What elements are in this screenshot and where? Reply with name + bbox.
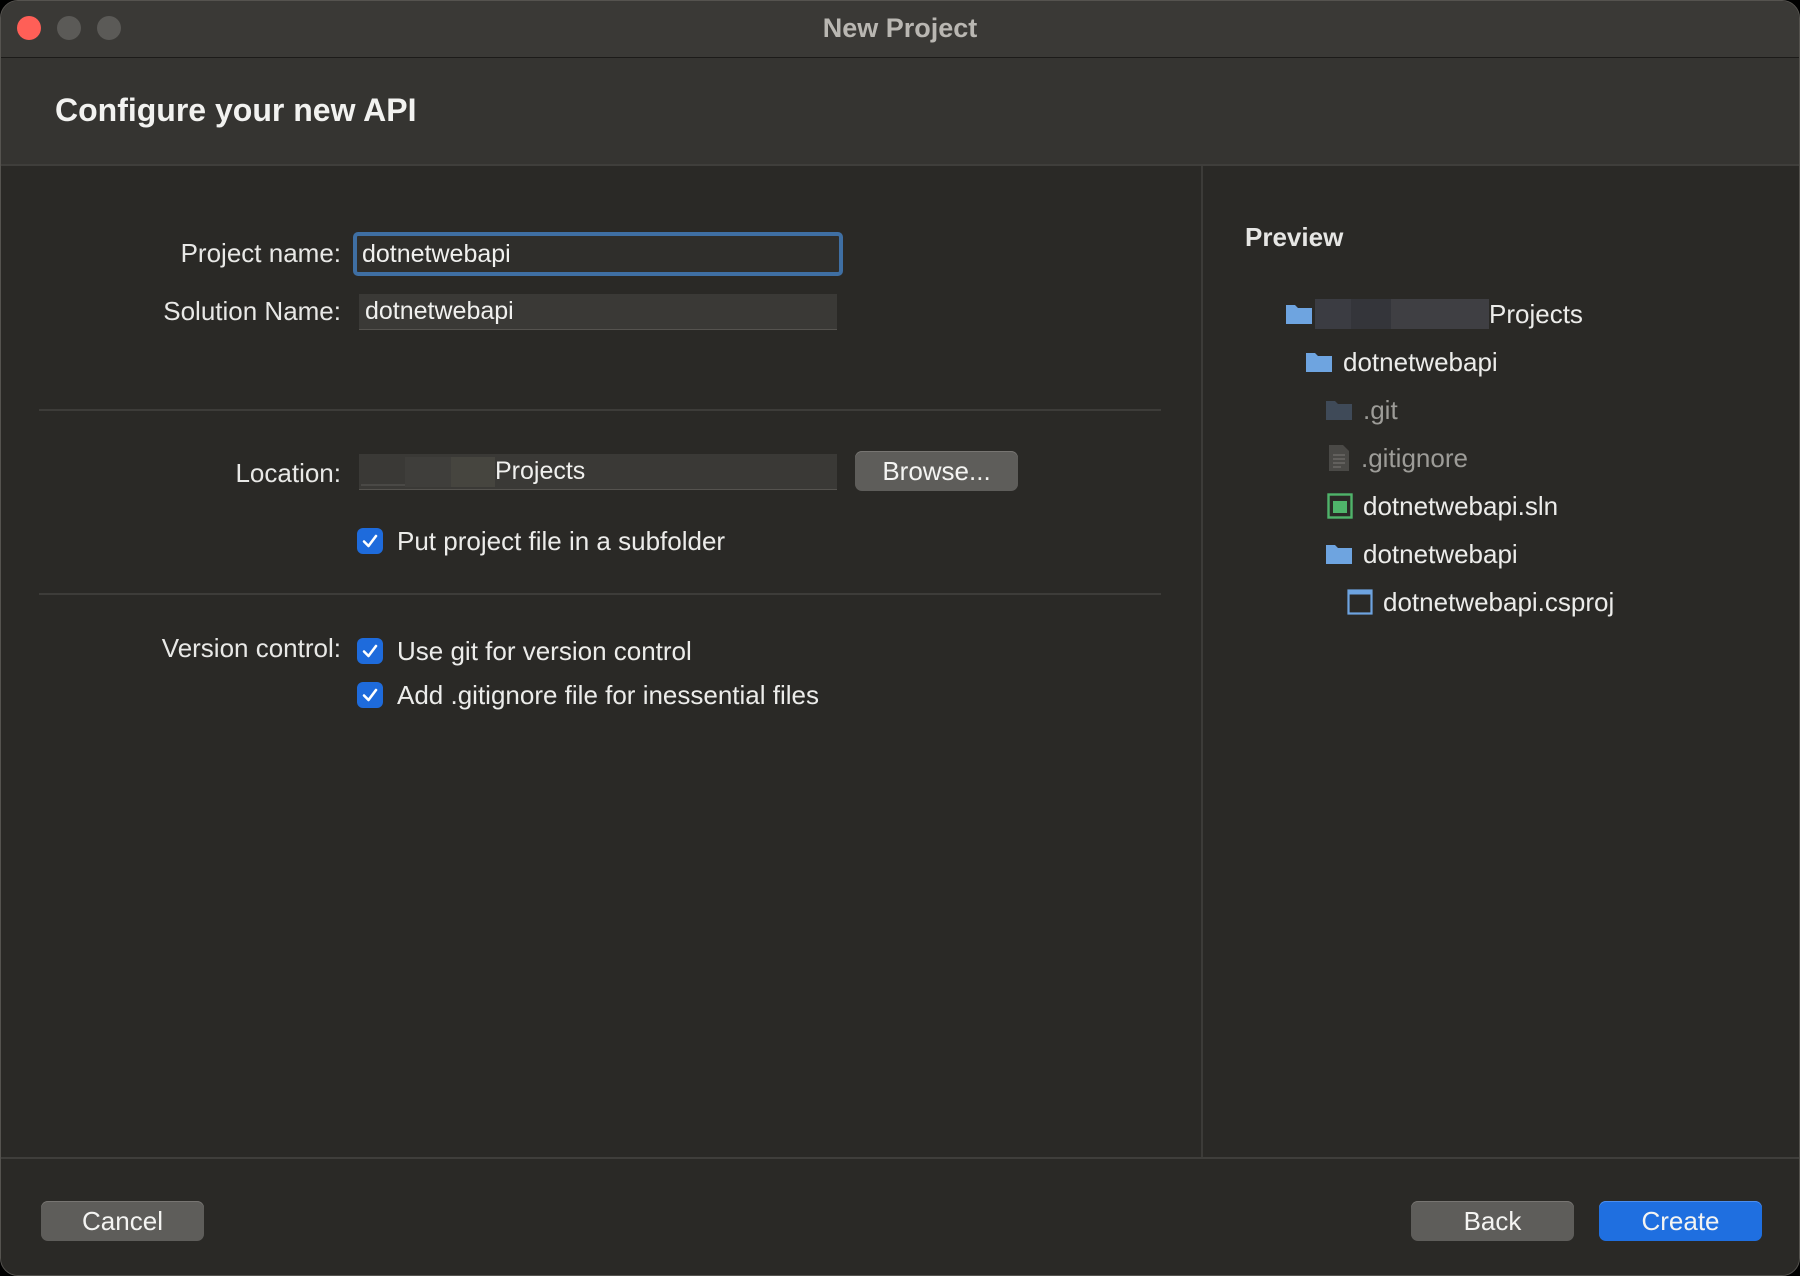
tree-item-git-folder[interactable]: .git xyxy=(1325,394,1398,426)
solution-name-label: Solution Name: xyxy=(163,296,341,326)
browse-button[interactable]: Browse... xyxy=(855,451,1018,491)
redacted-path xyxy=(1391,299,1489,329)
title-bar: New Project xyxy=(1,1,1799,58)
section-divider xyxy=(39,593,1161,595)
file-icon xyxy=(1329,445,1349,471)
tree-item-label: Projects xyxy=(1489,298,1583,329)
cancel-button[interactable]: Cancel xyxy=(41,1201,204,1241)
page-header: Configure your new API xyxy=(1,58,1799,166)
location-label: Location: xyxy=(235,458,341,488)
content-area: Project name: Solution Name: Location: P… xyxy=(1,166,1799,1158)
gitignore-label: Add .gitignore file for inessential file… xyxy=(397,679,820,710)
subfolder-checkbox-row[interactable]: Put project file in a subfolder xyxy=(357,526,725,556)
folder-icon xyxy=(1306,353,1332,372)
tree-item-sln[interactable]: dotnetwebapi.sln xyxy=(1327,490,1558,522)
preview-title: Preview xyxy=(1245,222,1344,252)
page-title: Configure your new API xyxy=(55,92,417,128)
use-git-checkbox[interactable] xyxy=(357,638,383,664)
section-divider xyxy=(39,409,1161,411)
back-button[interactable]: Back xyxy=(1411,1201,1574,1241)
create-button[interactable]: Create xyxy=(1599,1201,1762,1241)
tree-item-csproj[interactable]: dotnetwebapi.csproj xyxy=(1347,586,1614,618)
use-git-checkbox-row[interactable]: Use git for version control xyxy=(357,636,692,666)
tree-item-solution-folder[interactable]: dotnetwebapi xyxy=(1305,346,1498,378)
redacted-path xyxy=(1315,299,1351,329)
checkmark-icon xyxy=(362,644,378,658)
tree-item-label: dotnetwebapi.sln xyxy=(1363,490,1559,521)
new-project-window: New Project Configure your new API Proje… xyxy=(0,0,1800,1276)
redacted-path xyxy=(361,458,405,486)
gitignore-checkbox-row[interactable]: Add .gitignore file for inessential file… xyxy=(357,680,819,710)
panel-divider xyxy=(1201,166,1203,1158)
location-value: Projects xyxy=(495,457,586,485)
tree-item-label: dotnetwebapi xyxy=(1363,538,1518,569)
project-name-input[interactable] xyxy=(353,232,843,276)
checkmark-icon xyxy=(362,534,378,548)
solution-name-input[interactable] xyxy=(359,294,837,330)
tree-item-label: dotnetwebapi xyxy=(1343,346,1498,377)
project-name-label: Project name: xyxy=(180,238,341,268)
tree-item-label: .gitignore xyxy=(1361,442,1468,473)
solution-icon xyxy=(1327,493,1353,519)
location-input[interactable]: Projects xyxy=(359,454,837,490)
tree-item-gitignore[interactable]: .gitignore xyxy=(1327,442,1468,474)
gitignore-checkbox[interactable] xyxy=(357,682,383,708)
subfolder-label: Put project file in a subfolder xyxy=(397,525,726,556)
tree-item-label: .git xyxy=(1363,394,1398,425)
checkmark-icon xyxy=(362,688,378,702)
version-control-label: Version control: xyxy=(161,633,341,663)
redacted-path xyxy=(1351,299,1391,329)
use-git-label: Use git for version control xyxy=(397,635,692,666)
project-file-icon xyxy=(1347,589,1373,615)
folder-icon xyxy=(1286,305,1312,324)
folder-icon xyxy=(1326,401,1352,420)
folder-icon xyxy=(1326,545,1352,564)
footer-bar: Cancel Back Create xyxy=(1,1157,1799,1275)
redacted-path xyxy=(451,456,495,487)
tree-item-project-folder[interactable]: dotnetwebapi xyxy=(1325,538,1518,570)
redacted-path xyxy=(405,456,451,487)
tree-item-projects[interactable]: Projects xyxy=(1285,298,1583,330)
subfolder-checkbox[interactable] xyxy=(357,528,383,554)
tree-item-label: dotnetwebapi.csproj xyxy=(1383,586,1615,617)
window-title: New Project xyxy=(822,13,978,43)
